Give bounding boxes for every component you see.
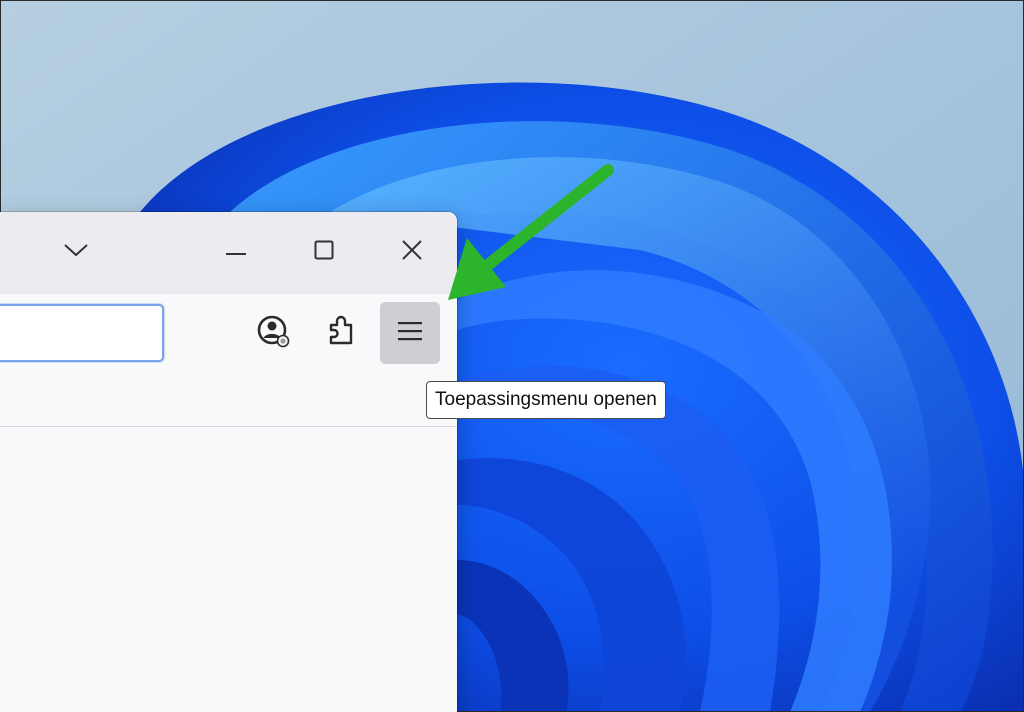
open-application-menu-button[interactable] [380,302,440,364]
hamburger-menu-icon [397,320,423,347]
title-bar [0,212,457,294]
tooltip: Toepassingsmenu openen [426,381,666,419]
puzzle-piece-icon [325,313,359,354]
maximize-icon [314,240,334,265]
chevron-down-icon [63,242,89,263]
minimize-button[interactable] [216,230,256,274]
address-bar[interactable] [0,304,164,362]
browser-window [0,212,457,712]
navigation-toolbar [0,294,457,427]
maximize-button[interactable] [304,230,344,274]
page-content-area [0,427,457,712]
list-all-tabs-button[interactable] [56,230,96,274]
close-button[interactable] [392,230,432,274]
account-button[interactable] [243,302,303,364]
close-icon [401,239,423,266]
account-icon [255,313,291,354]
minimize-icon [225,243,247,261]
extensions-button[interactable] [312,302,372,364]
